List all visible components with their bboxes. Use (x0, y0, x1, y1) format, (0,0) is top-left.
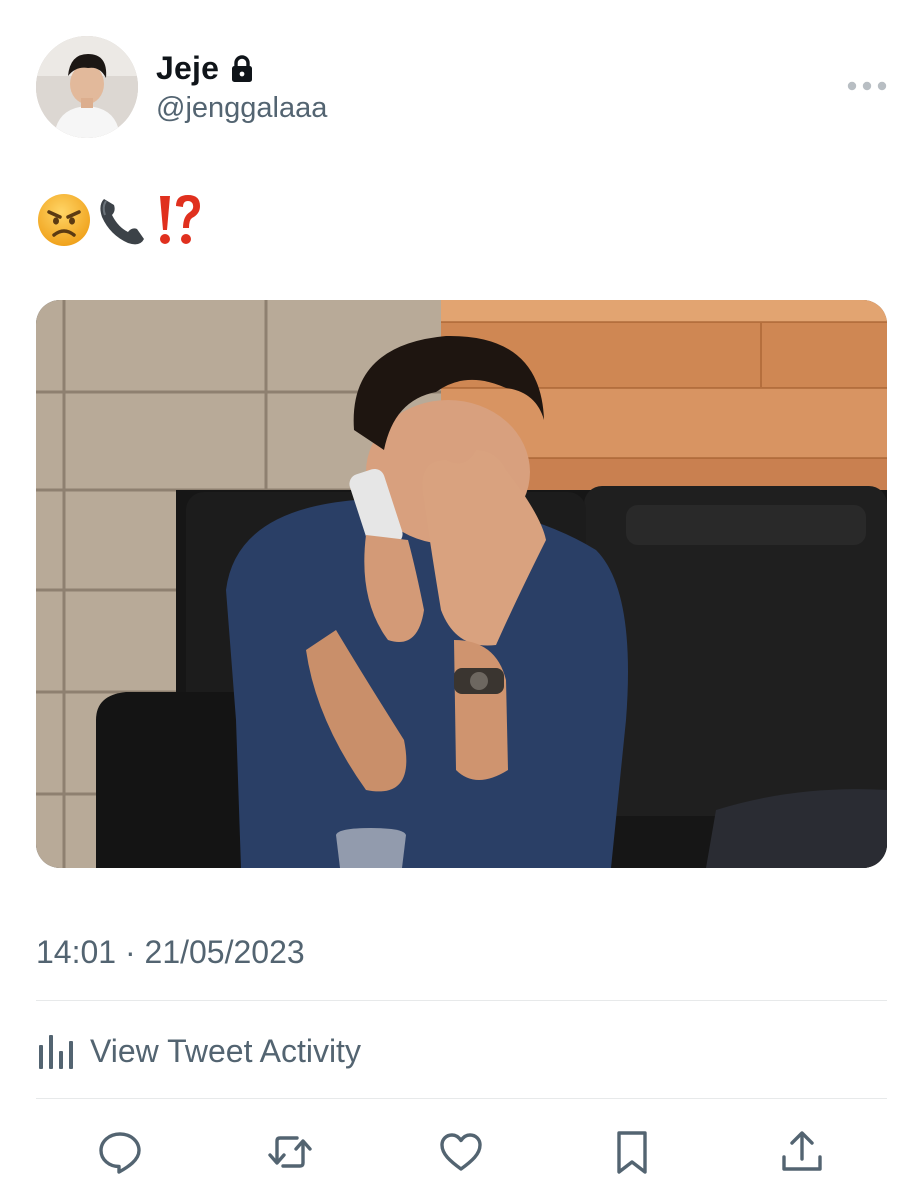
avatar-photo (36, 36, 138, 138)
bar-chart-icon (39, 1035, 73, 1069)
reply-button[interactable] (94, 1126, 146, 1178)
heart-icon (440, 1133, 482, 1171)
view-tweet-activity-link[interactable]: View Tweet Activity (36, 1028, 361, 1074)
more-options-icon[interactable] (846, 78, 888, 94)
speech-bubble-icon (99, 1132, 141, 1174)
view-tweet-activity-label: View Tweet Activity (90, 1032, 361, 1069)
retweet-arrows-icon (268, 1136, 312, 1168)
lock-icon (229, 54, 255, 83)
angry-face-emoji-icon (38, 194, 90, 246)
divider (36, 1098, 887, 1099)
display-name[interactable]: Jeje (156, 50, 219, 87)
bookmark-button[interactable] (606, 1126, 658, 1178)
share-upload-icon (782, 1131, 822, 1171)
bookmark-icon (617, 1131, 647, 1174)
like-button[interactable] (435, 1126, 487, 1178)
photo-illustration (36, 300, 887, 868)
share-button[interactable] (776, 1126, 828, 1178)
retweet-button[interactable] (264, 1126, 316, 1178)
tweet-timestamp[interactable]: 14:01 · 21/05/2023 (36, 934, 305, 971)
divider (36, 1000, 887, 1001)
telephone-receiver-emoji-icon (100, 199, 144, 245)
tweet-actions-bar (36, 1126, 887, 1176)
tweet-photo[interactable] (36, 300, 887, 868)
tweet-text: 😠📞⁉️ (36, 190, 206, 250)
user-handle[interactable]: @jenggalaaa (156, 92, 327, 125)
exclamation-question-mark-emoji-icon (160, 195, 200, 244)
avatar[interactable] (36, 36, 138, 138)
